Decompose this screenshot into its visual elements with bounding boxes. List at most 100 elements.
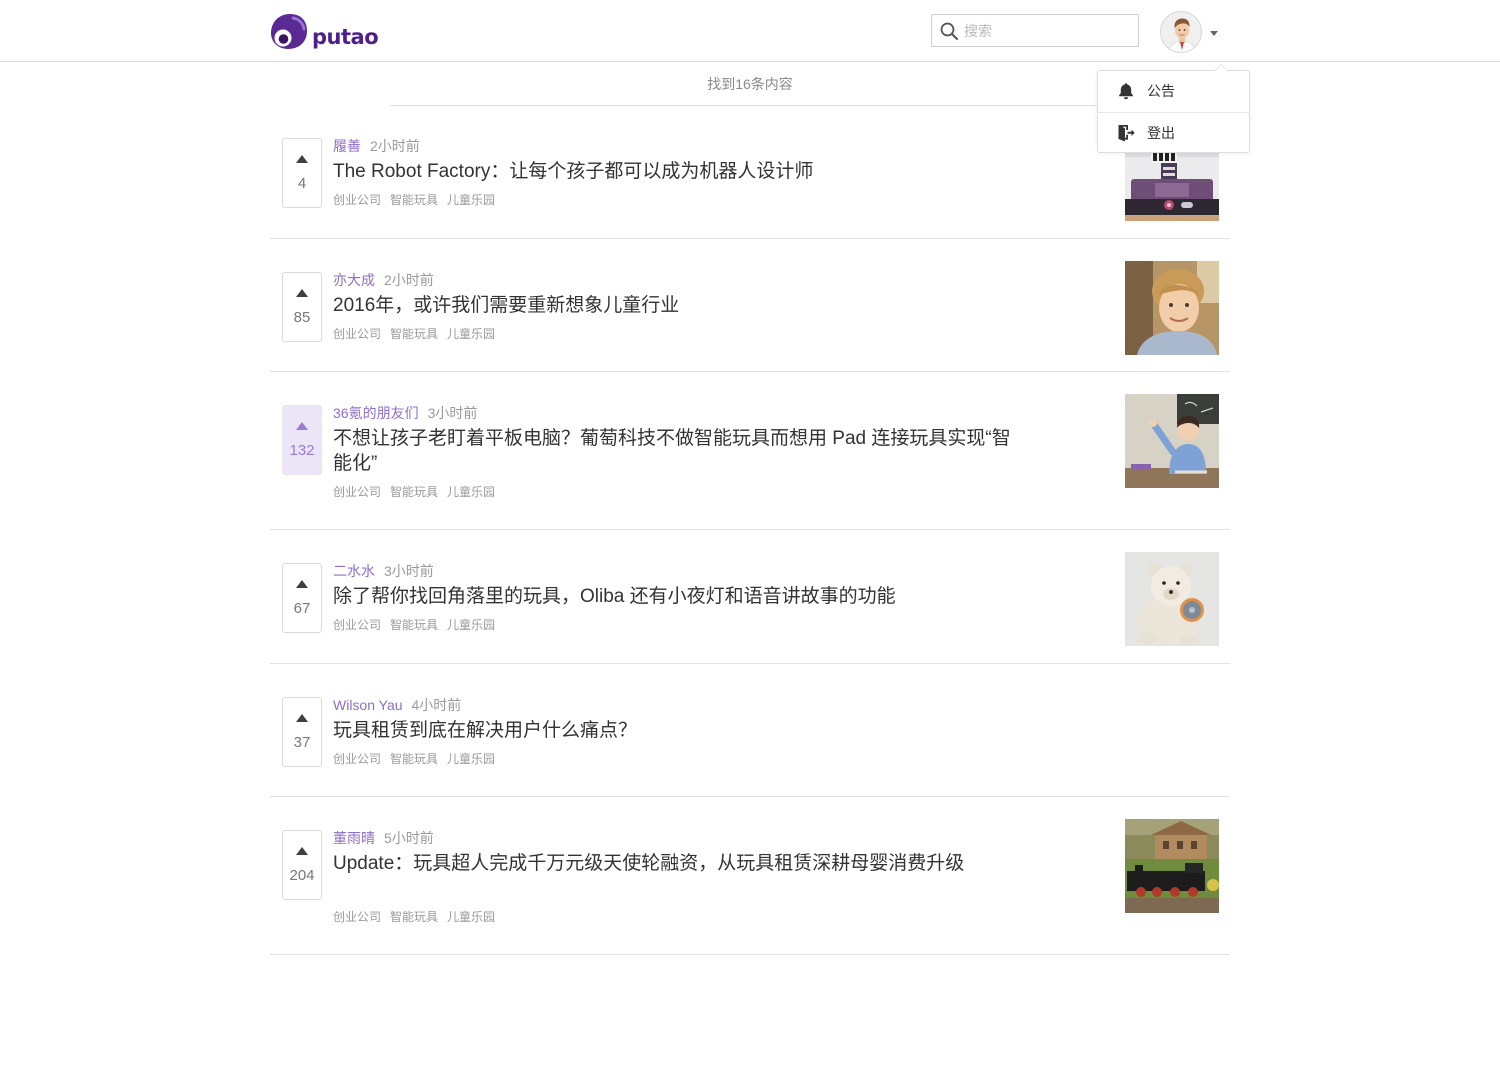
post-tag[interactable]: 儿童乐园 — [447, 327, 495, 341]
vote-count: 204 — [289, 867, 315, 884]
post-meta: 董雨晴 5小时前 — [333, 829, 1023, 847]
user-dropdown-menu: 公告 登出 — [1097, 64, 1250, 154]
post-tags: 创业公司 智能玩具 儿童乐园 — [333, 325, 1023, 343]
post-tag[interactable]: 智能玩具 — [390, 327, 438, 341]
post-title[interactable]: The Robot Factory：让每个孩子都可以成为机器人设计师 — [333, 159, 1023, 184]
post-author[interactable]: Wilson Yau — [333, 697, 403, 713]
menu-item-label: 公告 — [1147, 83, 1175, 99]
vote-count: 67 — [293, 600, 311, 617]
upvote-arrow-icon — [296, 580, 308, 588]
post-title[interactable]: 除了帮你找回角落里的玩具，Oliba 还有小夜灯和语音讲故事的功能 — [333, 584, 1023, 609]
post-meta: 履善 2小时前 — [333, 137, 1023, 155]
post-thumbnail[interactable] — [1125, 261, 1219, 355]
post-tag[interactable]: 儿童乐园 — [447, 910, 495, 924]
post-item: 4 履善 2小时前 The Robot Factory：让每个孩子都可以成为机器人… — [270, 105, 1230, 239]
logo-link[interactable]: putao — [269, 11, 379, 53]
post-list: 4 履善 2小时前 The Robot Factory：让每个孩子都可以成为机器人… — [270, 105, 1230, 955]
post-tag[interactable]: 创业公司 — [333, 910, 381, 924]
post-time: 5小时前 — [384, 830, 434, 846]
post-body: Wilson Yau 4小时前 玩具租赁到底在解决用户什么痛点？ 创业公司 智能玩具… — [333, 696, 1023, 768]
post-time: 2小时前 — [370, 138, 420, 154]
thumbnail-image — [1125, 819, 1219, 913]
upvote-button[interactable]: 4 — [282, 138, 322, 208]
post-meta: 二水水 3小时前 — [333, 562, 1023, 580]
post-title[interactable]: 玩具租赁到底在解决用户什么痛点？ — [333, 718, 1023, 743]
logo-text: putao — [312, 25, 379, 49]
upvote-arrow-icon — [296, 847, 308, 855]
post-tag[interactable]: 儿童乐园 — [447, 752, 495, 766]
search-input[interactable] — [964, 20, 1129, 41]
post-item: 37 Wilson Yau 4小时前 玩具租赁到底在解决用户什么痛点？ 创业公司智… — [270, 664, 1230, 797]
avatar-image — [1161, 12, 1201, 52]
post-tags: 创业公司 智能玩具 儿童乐园 — [333, 483, 1023, 501]
post-thumbnail[interactable] — [1125, 394, 1219, 488]
post-item: 132 36氪的朋友们 3小时前 不想让孩子老盯着平板电脑？葡萄科技不做智能玩具而… — [270, 372, 1230, 530]
post-tags: 创业公司 智能玩具 儿童乐园 — [333, 750, 1023, 768]
upvote-arrow-icon — [296, 289, 308, 297]
post-thumbnail[interactable] — [1125, 819, 1219, 913]
post-author[interactable]: 亦大成 — [333, 272, 375, 288]
post-tag[interactable]: 智能玩具 — [390, 752, 438, 766]
thumbnail-image — [1125, 261, 1219, 355]
upvote-button[interactable]: 132 — [282, 405, 322, 475]
post-body: 董雨晴 5小时前 Update：玩具超人完成千万元级天使轮融资，从玩具租赁深耕母婴… — [333, 829, 1023, 926]
menu-item-logout[interactable]: 登出 — [1098, 112, 1249, 154]
post-tag[interactable]: 创业公司 — [333, 485, 381, 499]
post-author[interactable]: 董雨晴 — [333, 830, 375, 846]
post-thumbnail[interactable] — [1125, 552, 1219, 646]
vote-count: 85 — [293, 309, 311, 326]
post-meta: Wilson Yau 4小时前 — [333, 696, 1023, 714]
post-tag[interactable]: 创业公司 — [333, 327, 381, 341]
logout-icon — [1118, 125, 1135, 142]
post-meta: 36氪的朋友们 3小时前 — [333, 404, 1023, 422]
post-tags: 创业公司 智能玩具 儿童乐园 — [333, 191, 1023, 209]
upvote-button[interactable]: 37 — [282, 697, 322, 767]
post-body: 履善 2小时前 The Robot Factory：让每个孩子都可以成为机器人设计… — [333, 137, 1023, 209]
menu-item-announcements[interactable]: 公告 — [1098, 71, 1249, 112]
post-meta: 亦大成 2小时前 — [333, 271, 1023, 289]
post-title[interactable]: 2016年，或许我们需要重新想象儿童行业 — [333, 293, 1023, 318]
upvote-arrow-icon — [296, 714, 308, 722]
post-tag[interactable]: 智能玩具 — [390, 910, 438, 924]
post-body: 36氪的朋友们 3小时前 不想让孩子老盯着平板电脑？葡萄科技不做智能玩具而想用 P… — [333, 404, 1023, 501]
post-tag[interactable]: 智能玩具 — [390, 193, 438, 207]
post-author[interactable]: 36氪的朋友们 — [333, 405, 419, 421]
post-tag[interactable]: 儿童乐园 — [447, 193, 495, 207]
post-tag[interactable]: 创业公司 — [333, 193, 381, 207]
post-time: 3小时前 — [427, 405, 478, 421]
upvote-button[interactable]: 67 — [282, 563, 322, 633]
menu-item-label: 登出 — [1147, 125, 1175, 141]
post-title[interactable]: Update：玩具超人完成千万元级天使轮融资，从玩具租赁深耕母婴消费升级 — [333, 851, 1023, 901]
upvote-arrow-icon — [296, 155, 308, 163]
post-item: 204 董雨晴 5小时前 Update：玩具超人完成千万元级天使轮融资，从玩具租赁… — [270, 797, 1230, 955]
post-tag[interactable]: 创业公司 — [333, 752, 381, 766]
thumbnail-image — [1125, 394, 1219, 488]
post-time: 2小时前 — [384, 272, 434, 288]
user-avatar[interactable] — [1160, 11, 1202, 53]
vote-count: 4 — [297, 175, 307, 192]
thumbnail-image — [1125, 552, 1219, 646]
search-icon — [940, 22, 958, 40]
post-author[interactable]: 履善 — [333, 138, 361, 154]
post-tag[interactable]: 儿童乐园 — [447, 485, 495, 499]
post-item: 67 二水水 3小时前 除了帮你找回角落里的玩具，Oliba 还有小夜灯和语音讲故… — [270, 530, 1230, 664]
bell-icon — [1119, 83, 1133, 100]
post-body: 二水水 3小时前 除了帮你找回角落里的玩具，Oliba 还有小夜灯和语音讲故事的功… — [333, 562, 1023, 634]
results-summary: 找到16条内容 — [707, 76, 793, 92]
upvote-arrow-icon — [296, 422, 308, 430]
caret-down-icon[interactable] — [1210, 31, 1218, 36]
vote-count: 132 — [289, 442, 315, 459]
post-time: 4小时前 — [411, 697, 462, 713]
post-tag[interactable]: 创业公司 — [333, 618, 381, 632]
post-tag[interactable]: 儿童乐园 — [447, 618, 495, 632]
post-time: 3小时前 — [384, 563, 434, 579]
post-author[interactable]: 二水水 — [333, 563, 375, 579]
upvote-button[interactable]: 204 — [282, 830, 322, 900]
post-title[interactable]: 不想让孩子老盯着平板电脑？葡萄科技不做智能玩具而想用 Pad 连接玩具实现“智能… — [333, 426, 1023, 476]
post-tag[interactable]: 智能玩具 — [390, 618, 438, 632]
post-tags: 创业公司 智能玩具 儿童乐园 — [333, 616, 1023, 634]
post-tags: 创业公司 智能玩具 儿童乐园 — [333, 908, 1023, 926]
post-tag[interactable]: 智能玩具 — [390, 485, 438, 499]
upvote-button[interactable]: 85 — [282, 272, 322, 342]
search-box[interactable] — [931, 14, 1139, 47]
